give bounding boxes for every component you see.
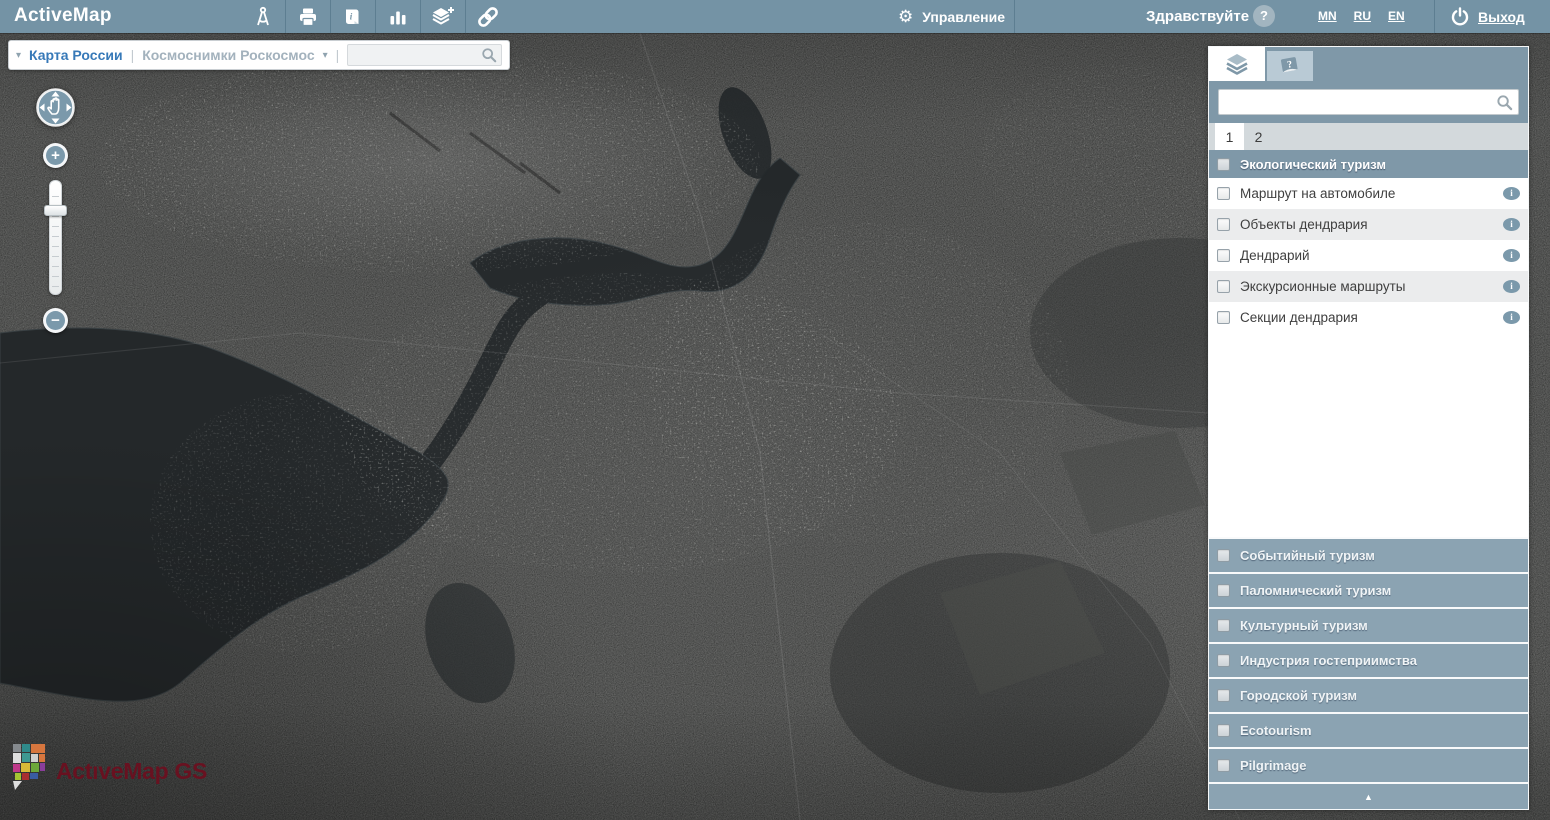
info-icon[interactable]: i xyxy=(1503,311,1520,324)
group-label: Культурный туризм xyxy=(1240,618,1368,633)
search-icon xyxy=(481,47,497,63)
tab-legend[interactable]: ? xyxy=(1267,51,1313,81)
layer-checkbox[interactable] xyxy=(1217,249,1230,262)
layer-group-collapsed[interactable]: Pilgrimage xyxy=(1209,747,1528,782)
topbar-divider xyxy=(1014,0,1015,33)
logout-label: Выход xyxy=(1478,9,1525,25)
greeting-text: Здравствуйте xyxy=(1146,8,1249,25)
layer-search-input[interactable] xyxy=(1218,89,1519,115)
panel-tabs: ? xyxy=(1209,47,1528,81)
app-title: ActiveMap xyxy=(14,5,112,27)
group-label: Индустрия гостеприимства xyxy=(1240,653,1417,668)
page-tab-1[interactable]: 1 xyxy=(1215,123,1244,150)
group-label: Ecotourism xyxy=(1240,723,1312,738)
layer-item[interactable]: Экскурсионные маршруты i xyxy=(1209,271,1528,302)
map-search-input[interactable] xyxy=(347,44,502,66)
add-layer-icon[interactable] xyxy=(421,0,465,33)
layer-label: Секции дендрария xyxy=(1240,310,1493,325)
panel-collapse-button[interactable]: ▲ xyxy=(1209,782,1528,809)
layer-checkbox[interactable] xyxy=(1217,187,1230,200)
search-icon xyxy=(1496,94,1513,111)
layer-label: Дендрарий xyxy=(1240,248,1493,263)
legend-book-icon[interactable]: i xyxy=(331,0,375,33)
overlay-caret-icon[interactable]: ▾ xyxy=(323,50,328,61)
layers-panel: ? 1 2 Экологический туризм Маршрут на ав… xyxy=(1208,46,1529,810)
group-label: Экологический туризм xyxy=(1240,157,1386,172)
group-checkbox[interactable] xyxy=(1217,619,1230,632)
layer-checkbox[interactable] xyxy=(1217,280,1230,293)
layer-search xyxy=(1209,81,1528,123)
help-button[interactable]: ? xyxy=(1253,5,1275,27)
language-switcher: MN RU EN xyxy=(1318,9,1405,23)
group-checkbox[interactable] xyxy=(1217,158,1230,171)
group-label: Паломнический туризм xyxy=(1240,583,1391,598)
group-checkbox[interactable] xyxy=(1217,759,1230,772)
layer-group-collapsed[interactable]: Культурный туризм xyxy=(1209,607,1528,642)
print-icon[interactable] xyxy=(286,0,330,33)
info-icon[interactable]: i xyxy=(1503,249,1520,262)
layer-group-expanded[interactable]: Экологический туризм xyxy=(1209,150,1528,178)
layer-group-collapsed[interactable]: Городской туризм xyxy=(1209,677,1528,712)
group-checkbox[interactable] xyxy=(1217,549,1230,562)
layer-group-collapsed[interactable]: Ecotourism xyxy=(1209,712,1528,747)
lang-mn[interactable]: MN xyxy=(1318,9,1337,23)
layer-page-tabs: 1 2 xyxy=(1209,123,1528,150)
management-button[interactable]: ⚙ Управление xyxy=(898,0,1005,33)
group-checkbox[interactable] xyxy=(1217,584,1230,597)
share-link-icon[interactable] xyxy=(466,0,510,33)
panel-empty-area xyxy=(1209,333,1528,537)
layer-item[interactable]: Маршрут на автомобиле i xyxy=(1209,178,1528,209)
page-tab-2[interactable]: 2 xyxy=(1244,123,1273,150)
topbar-divider xyxy=(1434,0,1435,33)
layer-group-collapsed[interactable]: Событийный туризм xyxy=(1209,537,1528,572)
zoom-slider-handle[interactable] xyxy=(44,205,67,216)
chevron-up-icon: ▲ xyxy=(1364,792,1373,802)
zoom-in-button[interactable]: + xyxy=(43,143,68,168)
overlay-selector[interactable]: Космоснимки Роскосмос xyxy=(142,47,314,63)
layer-label: Объекты дендрария xyxy=(1240,217,1493,232)
layer-label: Экскурсионные маршруты xyxy=(1240,279,1493,294)
management-label: Управление xyxy=(922,9,1005,25)
layer-group-collapsed[interactable]: Паломнический туризм xyxy=(1209,572,1528,607)
layer-item[interactable]: Секции дендрария i xyxy=(1209,302,1528,333)
zoom-out-button[interactable]: − xyxy=(43,308,68,333)
map-search xyxy=(347,44,502,66)
layer-group-collapsed[interactable]: Индустрия гостеприимства xyxy=(1209,642,1528,677)
lang-ru[interactable]: RU xyxy=(1354,9,1371,23)
power-icon xyxy=(1450,7,1470,27)
mapbar-divider: | xyxy=(336,47,340,63)
layer-checkbox[interactable] xyxy=(1217,311,1230,324)
info-icon[interactable]: i xyxy=(1503,280,1520,293)
info-icon[interactable]: i xyxy=(1503,187,1520,200)
toolbar: i xyxy=(241,0,510,33)
basemap-selector[interactable]: Карта России xyxy=(29,47,123,63)
layers-icon xyxy=(1224,52,1250,76)
group-checkbox[interactable] xyxy=(1217,654,1230,667)
group-label: Городской туризм xyxy=(1240,688,1357,703)
map-selector-bar: ▾ Карта России | Космоснимки Роскосмос ▾… xyxy=(8,40,510,70)
gear-icon: ⚙ xyxy=(898,8,913,25)
measure-icon[interactable] xyxy=(241,0,285,33)
group-checkbox[interactable] xyxy=(1217,724,1230,737)
top-bar: ActiveMap i xyxy=(0,0,1550,33)
layer-checkbox[interactable] xyxy=(1217,218,1230,231)
pan-control[interactable] xyxy=(35,87,76,128)
logout-button[interactable]: Выход xyxy=(1450,0,1525,33)
zoom-slider[interactable] xyxy=(49,180,62,295)
info-icon[interactable]: i xyxy=(1503,218,1520,231)
basemap-caret-icon[interactable]: ▾ xyxy=(16,50,21,61)
group-checkbox[interactable] xyxy=(1217,689,1230,702)
layer-label: Маршрут на автомобиле xyxy=(1240,186,1493,201)
lang-en[interactable]: EN xyxy=(1388,9,1405,23)
stats-icon[interactable] xyxy=(376,0,420,33)
mapbar-divider: | xyxy=(131,47,135,63)
group-label: Pilgrimage xyxy=(1240,758,1306,773)
legend-page-icon: ? xyxy=(1278,55,1302,77)
layer-item[interactable]: Объекты дендрария i xyxy=(1209,209,1528,240)
layer-item[interactable]: Дендрарий i xyxy=(1209,240,1528,271)
tab-layers[interactable] xyxy=(1209,47,1265,81)
group-label: Событийный туризм xyxy=(1240,548,1375,563)
